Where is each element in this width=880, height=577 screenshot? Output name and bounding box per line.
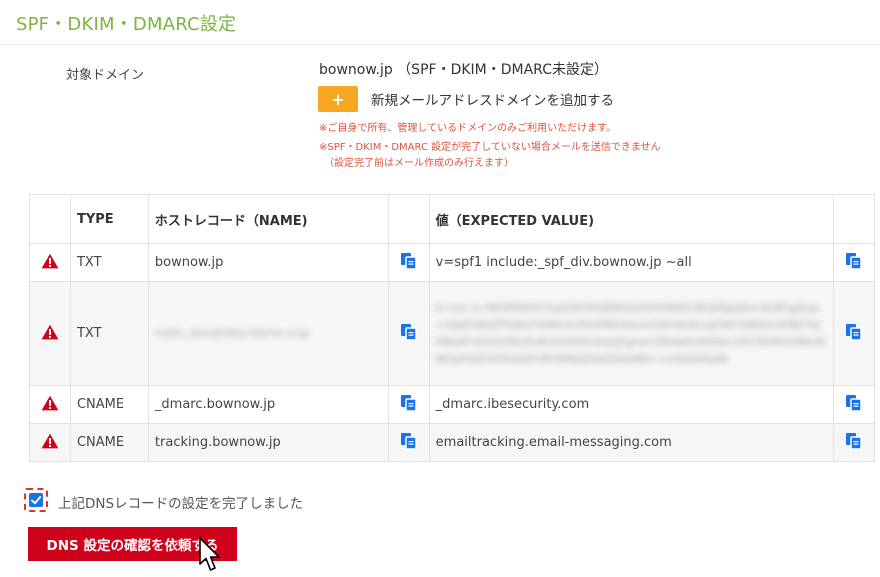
setup-warning-note: ※SPF・DKIM・DMARC 設定が完了していない場合メールを送信できません … (319, 140, 661, 172)
warning-icon (41, 324, 59, 344)
add-domain-link[interactable]: 新規メールアドレスドメインを追加する (371, 89, 614, 109)
target-domain-label: 対象ドメイン (66, 68, 145, 83)
copy-host-cell[interactable] (387, 423, 430, 462)
copy-host-cell[interactable] (387, 281, 430, 386)
warning-icon (41, 253, 59, 273)
copy-icon[interactable] (400, 323, 418, 345)
add-domain-button[interactable]: + (318, 86, 358, 112)
row-status-cell (29, 385, 71, 424)
row-type: TXT (69, 243, 149, 282)
page-title: SPF・DKIM・DMARC設定 (16, 14, 237, 35)
header-value-copy (833, 194, 875, 244)
copy-icon[interactable] (845, 323, 863, 345)
setup-warning-line1: ※SPF・DKIM・DMARC 設定が完了していない場合メールを送信できません (319, 142, 661, 153)
ownership-note: ※ご自身で所有、管理しているドメインのみご利用いただけます。 (319, 123, 617, 134)
table-row: CNAME _dmarc.bownow.jp _dmarc.ibesecurit… (29, 385, 875, 424)
table-row: TXT bownow.jp v=spf1 include:_spf_div.bo… (29, 243, 875, 282)
header-host: ホストレコード（NAME) (147, 194, 389, 244)
target-domain-value: bownow.jp （SPF・DKIM・DMARC未設定） (319, 62, 608, 78)
copy-icon[interactable] (400, 432, 418, 454)
copy-icon[interactable] (400, 252, 418, 274)
checkmark-icon (29, 493, 43, 507)
row-value: emailtracking.email-messaging.com (428, 423, 835, 462)
mouse-pointer-icon (198, 537, 224, 577)
copy-icon[interactable] (845, 394, 863, 416)
copy-value-cell[interactable] (833, 281, 875, 386)
row-status-cell (29, 423, 71, 462)
header-value: 値（EXPECTED VALUE) (428, 194, 835, 244)
row-type: CNAME (69, 423, 149, 462)
row-status-cell (29, 281, 71, 386)
copy-icon[interactable] (845, 252, 863, 274)
warning-icon (41, 433, 59, 453)
table-row: TXT mailo._domainkey.nbarne.co.jp k=rsa;… (29, 281, 875, 386)
row-host: bownow.jp (147, 243, 389, 282)
copy-value-cell[interactable] (833, 243, 875, 282)
row-value: v=spf1 include:_spf_div.bownow.jp ~all (428, 243, 835, 282)
row-value-blurred: k=rsa; p=MIGfMA0GCSqGSIb3DQEBAQUAA4GNADC… (435, 302, 826, 365)
table-header-row: TYPE ホストレコード（NAME) 値（EXPECTED VALUE) (29, 194, 875, 244)
dns-records-table: TYPE ホストレコード（NAME) 値（EXPECTED VALUE) TXT… (29, 194, 875, 462)
header-host-copy (387, 194, 430, 244)
copy-value-cell[interactable] (833, 423, 875, 462)
row-value: _dmarc.ibesecurity.com (428, 385, 835, 424)
row-status-cell (29, 243, 71, 282)
row-type: CNAME (69, 385, 149, 424)
setup-warning-line2: （設定完了前はメール作成のみ行えます） (324, 158, 514, 169)
title-divider (0, 44, 880, 45)
row-host: tracking.bownow.jp (147, 423, 389, 462)
copy-host-cell[interactable] (387, 385, 430, 424)
warning-icon (41, 395, 59, 415)
row-host: _dmarc.bownow.jp (147, 385, 389, 424)
copy-icon[interactable] (400, 394, 418, 416)
dns-complete-label[interactable]: 上記DNSレコードの設定を完了しました (58, 492, 303, 512)
dns-complete-checkbox[interactable] (24, 488, 48, 512)
copy-value-cell[interactable] (833, 385, 875, 424)
row-value: k=rsa; p=MIGfMA0GCSqGSIb3DQEBAQUAA4GNADC… (428, 281, 835, 386)
table-row: CNAME tracking.bownow.jp emailtracking.e… (29, 423, 875, 462)
row-host: mailo._domainkey.nbarne.co.jp (147, 281, 389, 386)
header-status (29, 194, 71, 244)
copy-host-cell[interactable] (387, 243, 430, 282)
row-type: TXT (69, 281, 149, 386)
header-type: TYPE (69, 194, 149, 244)
row-host-blurred: mailo._domainkey.nbarne.co.jp (154, 328, 310, 339)
copy-icon[interactable] (845, 432, 863, 454)
